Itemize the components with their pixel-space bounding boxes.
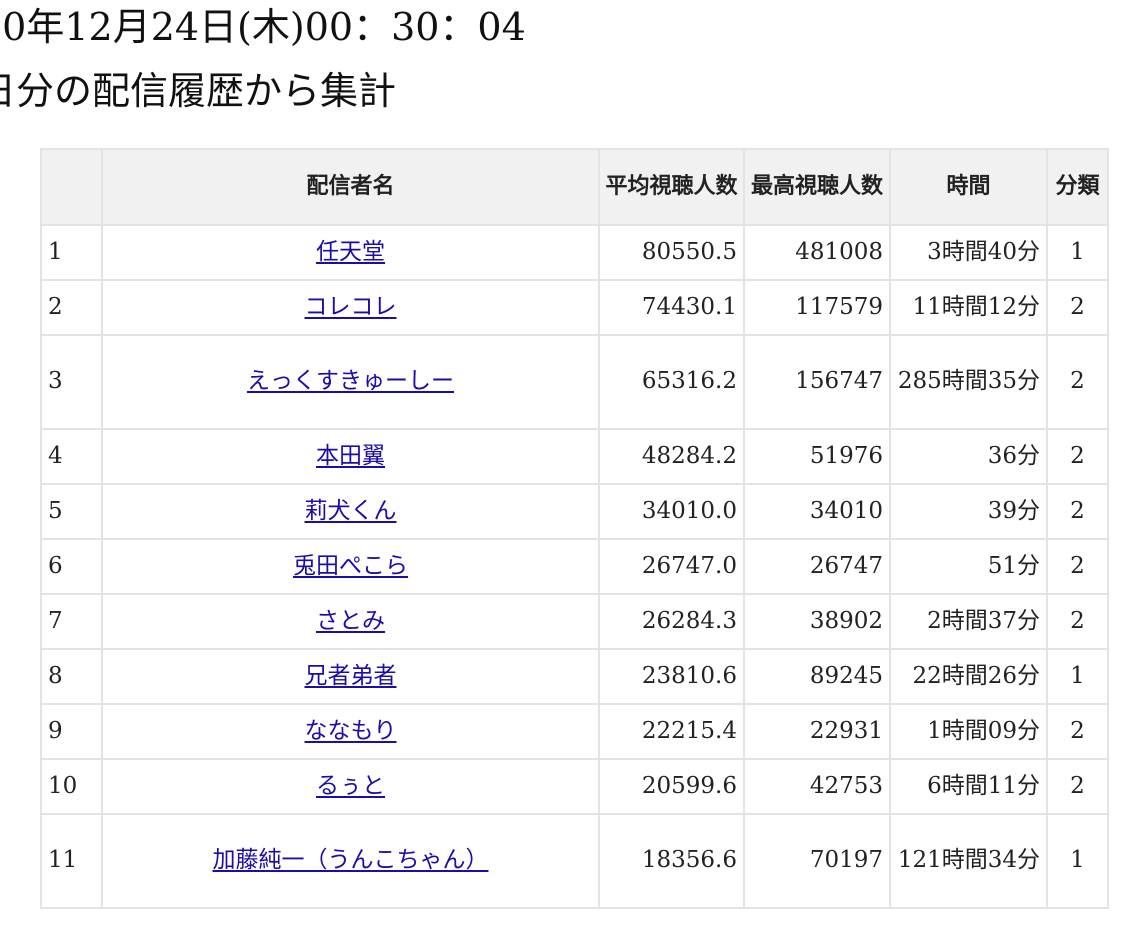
category-cell: 2 <box>1046 279 1109 336</box>
time-cell: 3時間40分 <box>889 224 1048 281</box>
time-cell: 6時間11分 <box>889 758 1048 815</box>
category-cell: 2 <box>1046 483 1109 540</box>
max-viewers-cell: 51976 <box>743 428 891 485</box>
time-cell: 22時間26分 <box>889 648 1048 705</box>
name-cell: ななもり <box>101 703 600 760</box>
table-row: 8 兄者弟者 23810.6 89245 22時間26分 1 <box>40 648 1109 705</box>
streamer-link[interactable]: コレコレ <box>305 294 397 320</box>
streamer-link[interactable]: 任天堂 <box>316 239 385 265</box>
table-row: 5 莉犬くん 34010.0 34010 39分 2 <box>40 483 1109 540</box>
name-cell: 莉犬くん <box>101 483 600 540</box>
header-average-viewers: 平均視聴人数 <box>598 148 745 226</box>
average-viewers-cell: 22215.4 <box>598 703 745 760</box>
max-viewers-cell: 22931 <box>743 703 891 760</box>
rank-cell: 4 <box>40 428 103 485</box>
page-subtitle: 日分の配信履歴から集計 <box>0 69 397 113</box>
table-row: 1 任天堂 80550.5 481008 3時間40分 1 <box>40 224 1109 281</box>
page-datetime: 20年12月24日(木)00：30：04 <box>0 5 526 49</box>
time-cell: 51分 <box>889 538 1048 595</box>
name-cell: 加藤純一（うんこちゃん） <box>101 813 600 909</box>
streamer-link[interactable]: えっくすきゅーしー <box>247 368 454 394</box>
name-cell: 兄者弟者 <box>101 648 600 705</box>
name-cell: るぅと <box>101 758 600 815</box>
category-cell: 2 <box>1046 593 1109 650</box>
table-row: 11 加藤純一（うんこちゃん） 18356.6 70197 121時間34分 1 <box>40 813 1109 909</box>
streamer-link[interactable]: 加藤純一（うんこちゃん） <box>213 847 489 873</box>
time-cell: 1時間09分 <box>889 703 1048 760</box>
name-cell: 任天堂 <box>101 224 600 281</box>
time-cell: 121時間34分 <box>889 813 1048 909</box>
rank-cell: 1 <box>40 224 103 281</box>
rank-cell: 10 <box>40 758 103 815</box>
max-viewers-cell: 117579 <box>743 279 891 336</box>
rank-cell: 2 <box>40 279 103 336</box>
streamer-link[interactable]: 兎田ぺこら <box>293 553 408 579</box>
average-viewers-cell: 48284.2 <box>598 428 745 485</box>
table-row: 2 コレコレ 74430.1 117579 11時間12分 2 <box>40 279 1109 336</box>
time-cell: 2時間37分 <box>889 593 1048 650</box>
streamer-link[interactable]: 本田翼 <box>316 443 385 469</box>
name-cell: 兎田ぺこら <box>101 538 600 595</box>
category-cell: 2 <box>1046 538 1109 595</box>
header-category: 分類 <box>1046 148 1109 226</box>
category-cell: 2 <box>1046 703 1109 760</box>
table-header-row: 配信者名 平均視聴人数 最高視聴人数 時間 分類 <box>40 148 1109 226</box>
ranking-table: 配信者名 平均視聴人数 最高視聴人数 時間 分類 1 任天堂 80550.5 4… <box>40 148 1109 909</box>
average-viewers-cell: 65316.2 <box>598 334 745 430</box>
average-viewers-cell: 20599.6 <box>598 758 745 815</box>
name-cell: えっくすきゅーしー <box>101 334 600 430</box>
name-cell: コレコレ <box>101 279 600 336</box>
name-cell: 本田翼 <box>101 428 600 485</box>
category-cell: 1 <box>1046 224 1109 281</box>
average-viewers-cell: 74430.1 <box>598 279 745 336</box>
max-viewers-cell: 70197 <box>743 813 891 909</box>
max-viewers-cell: 38902 <box>743 593 891 650</box>
average-viewers-cell: 80550.5 <box>598 224 745 281</box>
table-row: 7 さとみ 26284.3 38902 2時間37分 2 <box>40 593 1109 650</box>
header-streamer-name: 配信者名 <box>101 148 600 226</box>
streamer-link[interactable]: 兄者弟者 <box>305 663 397 689</box>
table-row: 10 るぅと 20599.6 42753 6時間11分 2 <box>40 758 1109 815</box>
time-cell: 36分 <box>889 428 1048 485</box>
table-row: 6 兎田ぺこら 26747.0 26747 51分 2 <box>40 538 1109 595</box>
table-row: 4 本田翼 48284.2 51976 36分 2 <box>40 428 1109 485</box>
table-row: 9 ななもり 22215.4 22931 1時間09分 2 <box>40 703 1109 760</box>
rank-cell: 5 <box>40 483 103 540</box>
max-viewers-cell: 34010 <box>743 483 891 540</box>
rank-cell: 8 <box>40 648 103 705</box>
average-viewers-cell: 23810.6 <box>598 648 745 705</box>
category-cell: 2 <box>1046 334 1109 430</box>
category-cell: 1 <box>1046 648 1109 705</box>
name-cell: さとみ <box>101 593 600 650</box>
rank-cell: 11 <box>40 813 103 909</box>
rank-cell: 6 <box>40 538 103 595</box>
max-viewers-cell: 89245 <box>743 648 891 705</box>
time-cell: 285時間35分 <box>889 334 1048 430</box>
streamer-link[interactable]: るぅと <box>316 773 385 799</box>
average-viewers-cell: 26747.0 <box>598 538 745 595</box>
streamer-link[interactable]: 莉犬くん <box>305 498 397 524</box>
category-cell: 2 <box>1046 758 1109 815</box>
max-viewers-cell: 156747 <box>743 334 891 430</box>
max-viewers-cell: 481008 <box>743 224 891 281</box>
rank-cell: 9 <box>40 703 103 760</box>
max-viewers-cell: 26747 <box>743 538 891 595</box>
average-viewers-cell: 18356.6 <box>598 813 745 909</box>
average-viewers-cell: 34010.0 <box>598 483 745 540</box>
header-max-viewers: 最高視聴人数 <box>743 148 891 226</box>
streamer-link[interactable]: ななもり <box>305 718 397 744</box>
max-viewers-cell: 42753 <box>743 758 891 815</box>
streamer-link[interactable]: さとみ <box>316 608 385 634</box>
category-cell: 1 <box>1046 813 1109 909</box>
header-time: 時間 <box>889 148 1048 226</box>
rank-cell: 7 <box>40 593 103 650</box>
table-row: 3 えっくすきゅーしー 65316.2 156747 285時間35分 2 <box>40 334 1109 430</box>
time-cell: 11時間12分 <box>889 279 1048 336</box>
average-viewers-cell: 26284.3 <box>598 593 745 650</box>
category-cell: 2 <box>1046 428 1109 485</box>
header-rank <box>40 148 103 226</box>
time-cell: 39分 <box>889 483 1048 540</box>
rank-cell: 3 <box>40 334 103 430</box>
